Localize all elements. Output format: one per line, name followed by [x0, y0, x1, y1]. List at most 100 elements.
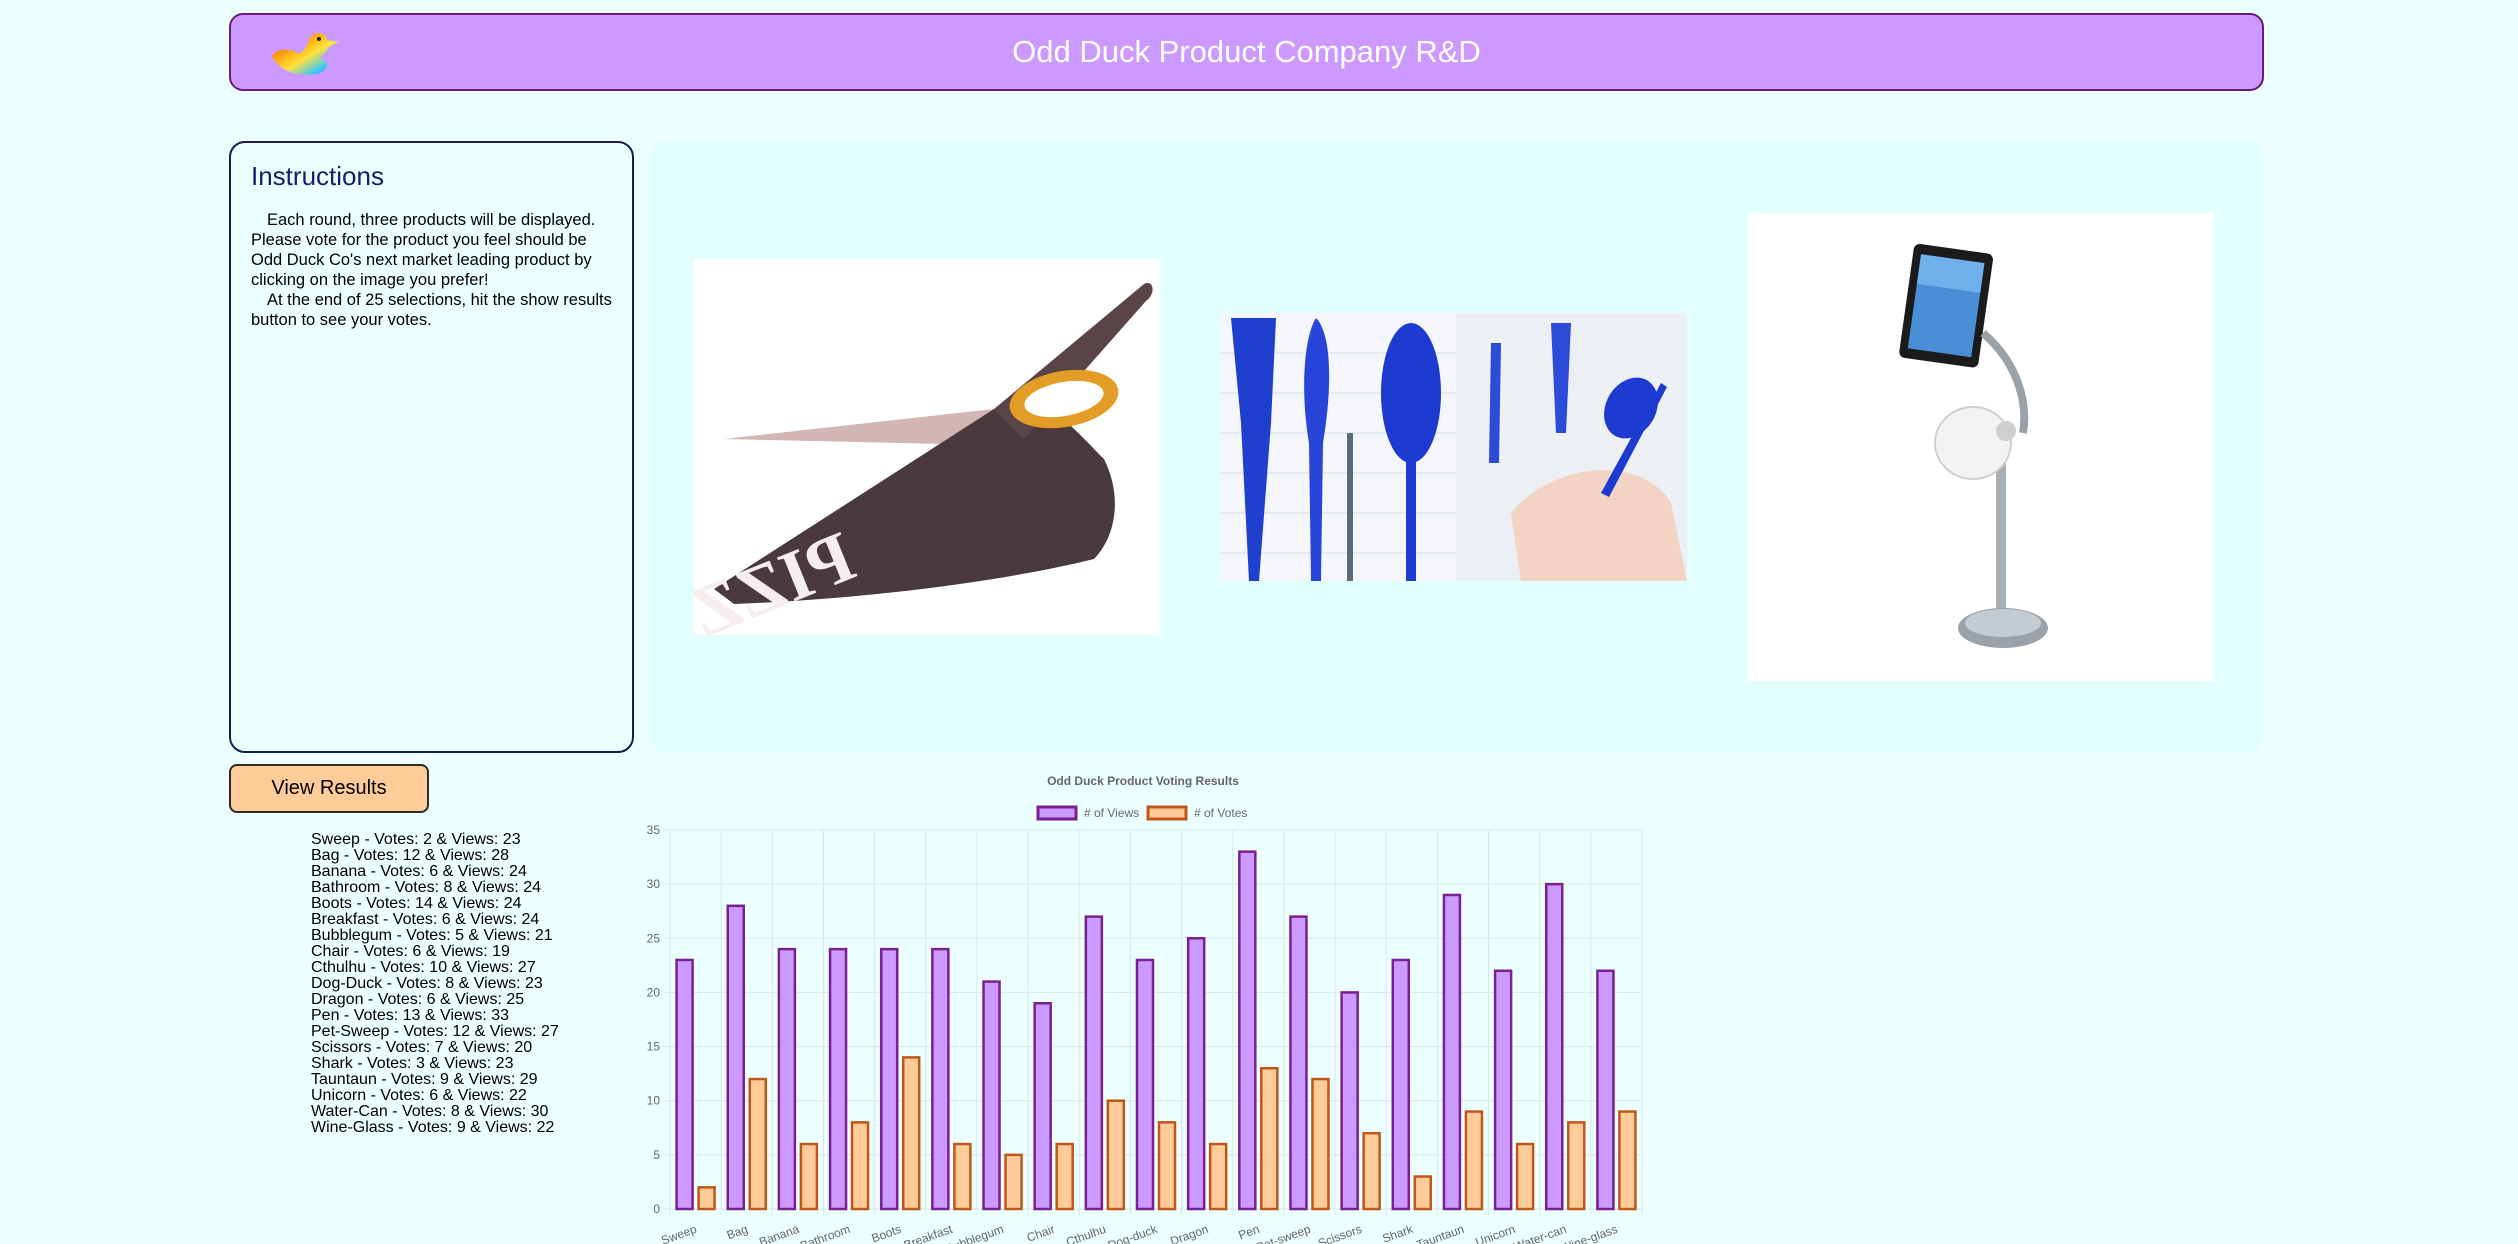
result-item: Unicorn - Votes: 6 & Views: 22	[311, 1087, 527, 1104]
site-title: Odd Duck Product Company R&D	[1012, 34, 1481, 69]
result-item: Cthulhu - Votes: 10 & Views: 27	[311, 959, 536, 976]
views-bar	[1238, 850, 1257, 1211]
result-item: Bathroom - Votes: 8 & Views: 24	[311, 879, 542, 896]
votes-bar	[850, 1121, 870, 1211]
y-tick-label: 5	[653, 1148, 660, 1162]
x-tick-label: Scissors	[1316, 1222, 1363, 1244]
x-tick-label: Wine-glass	[1559, 1222, 1620, 1244]
result-item: Breakfast - Votes: 6 & Views: 24	[311, 911, 540, 928]
views-bar	[777, 947, 797, 1211]
result-item: Pet-Sweep - Votes: 12 & Views: 27	[311, 1023, 559, 1040]
result-item: Wine-Glass - Votes: 9 & Views: 22	[311, 1119, 555, 1136]
result-item: Water-Can - Votes: 8 & Views: 30	[311, 1103, 549, 1120]
tablet-toilet-paper-stand-image	[1899, 243, 2048, 648]
votes-bar	[799, 1142, 819, 1211]
y-tick-label: 35	[647, 823, 661, 837]
views-bar	[1545, 882, 1564, 1211]
result-item: Chair - Votes: 6 & Views: 19	[311, 943, 510, 960]
votes-bar	[1567, 1121, 1586, 1211]
legend-label: # of Votes	[1194, 806, 1247, 820]
y-tick-label: 0	[653, 1202, 660, 1216]
votes-bar	[1464, 1110, 1484, 1211]
x-tick-label: Tauntaun	[1415, 1222, 1466, 1244]
x-tick-label: Chair	[1025, 1222, 1057, 1244]
result-item: Pen - Votes: 13 & Views: 33	[311, 1007, 510, 1024]
views-bar	[1442, 893, 1462, 1211]
product-voting-area: PIZZA	[650, 141, 2264, 753]
result-item: Sweep - Votes: 2 & Views: 23	[311, 831, 521, 848]
x-tick-label: Shark	[1381, 1222, 1416, 1244]
votes-bar	[1157, 1121, 1177, 1211]
result-item: Dragon - Votes: 6 & Views: 25	[311, 991, 525, 1008]
instructions-panel: Instructions Each round, three products …	[229, 141, 634, 753]
y-tick-label: 30	[647, 877, 661, 891]
svg-text:PIZZA: PIZZA	[694, 516, 865, 635]
views-bar	[1289, 915, 1308, 1211]
legend-swatch	[1146, 805, 1188, 821]
views-bar	[675, 958, 694, 1211]
y-tick-label: 15	[647, 1040, 661, 1054]
x-tick-label: Dog-duck	[1106, 1222, 1160, 1244]
votes-bar	[1260, 1066, 1279, 1211]
instructions-paragraph-2: At the end of 25 selections, hit the sho…	[251, 291, 612, 329]
x-tick-label: Water-can	[1512, 1222, 1568, 1244]
pizza-scissors-image: PIZZA	[694, 282, 1153, 635]
view-results-button[interactable]: View Results	[229, 764, 429, 813]
results-list: Sweep - Votes: 2 & Views: 23 Bag - Votes:…	[311, 832, 559, 1136]
chart-title: Odd Duck Product Voting Results	[1047, 774, 1239, 788]
result-item: Bubblegum - Votes: 5 & Views: 21	[311, 927, 553, 944]
views-bar	[1084, 915, 1104, 1211]
legend-label: # of Views	[1084, 806, 1139, 820]
views-bar	[726, 904, 745, 1211]
x-tick-label: Boots	[870, 1222, 904, 1244]
product-image-pen-utensils[interactable]	[1221, 313, 1687, 581]
result-item: Tauntaun - Votes: 9 & Views: 29	[311, 1071, 538, 1088]
site-header: Odd Duck Product Company R&D	[229, 13, 2264, 91]
result-item: Boots - Votes: 14 & Views: 24	[311, 895, 522, 912]
result-item: Banana - Votes: 6 & Views: 24	[311, 863, 527, 880]
votes-bar	[1004, 1153, 1023, 1211]
votes-bar	[748, 1077, 767, 1211]
views-bar	[1391, 958, 1411, 1211]
views-bar	[931, 947, 950, 1211]
x-tick-label: Cthulhu	[1064, 1222, 1108, 1244]
votes-bar	[1362, 1131, 1381, 1211]
votes-bar	[1106, 1099, 1126, 1211]
views-bar	[1493, 969, 1513, 1211]
result-item: Shark - Votes: 3 & Views: 23	[311, 1055, 514, 1072]
product-image-pizza-scissors[interactable]: PIZZA	[694, 259, 1160, 635]
votes-bar	[1311, 1077, 1330, 1211]
views-bar	[1186, 937, 1206, 1211]
votes-bar	[1208, 1142, 1228, 1211]
x-tick-label: Dragon	[1168, 1222, 1210, 1244]
x-tick-label: Pet-sweep	[1254, 1222, 1312, 1244]
instructions-paragraph-1: Each round, three products will be displ…	[251, 211, 596, 289]
views-bar	[982, 980, 1001, 1211]
result-item: Scissors - Votes: 7 & Views: 20	[311, 1039, 533, 1056]
y-tick-label: 25	[647, 931, 661, 945]
voting-results-chart: Odd Duck Product Voting Results # of View…	[647, 774, 1643, 1244]
x-tick-label: Banana	[757, 1222, 801, 1244]
views-bar	[1033, 1002, 1052, 1211]
votes-bar	[1515, 1142, 1535, 1211]
x-tick-label: Unicorn	[1473, 1222, 1517, 1244]
views-bar	[828, 947, 848, 1211]
views-bar	[1135, 958, 1155, 1211]
y-tick-label: 10	[647, 1094, 661, 1108]
votes-bar	[953, 1142, 972, 1211]
y-tick-label: 20	[647, 985, 661, 999]
views-bar	[1596, 969, 1615, 1211]
pen-utensils-image	[1221, 313, 1687, 581]
x-tick-label: Sweep	[659, 1222, 699, 1244]
result-item: Dog-Duck - Votes: 8 & Views: 23	[311, 975, 543, 992]
votes-bar	[1055, 1142, 1074, 1211]
votes-bar	[1413, 1175, 1433, 1211]
result-item: Bag - Votes: 12 & Views: 28	[311, 847, 510, 864]
x-tick-label: Bag	[725, 1222, 750, 1242]
votes-bar	[1618, 1110, 1637, 1211]
instructions-heading: Instructions	[251, 161, 384, 191]
votes-bar	[697, 1186, 716, 1211]
votes-bar	[901, 1056, 921, 1211]
product-image-bathroom-tablet-stand[interactable]	[1748, 213, 2214, 681]
x-tick-label: Bathroom	[798, 1222, 852, 1244]
